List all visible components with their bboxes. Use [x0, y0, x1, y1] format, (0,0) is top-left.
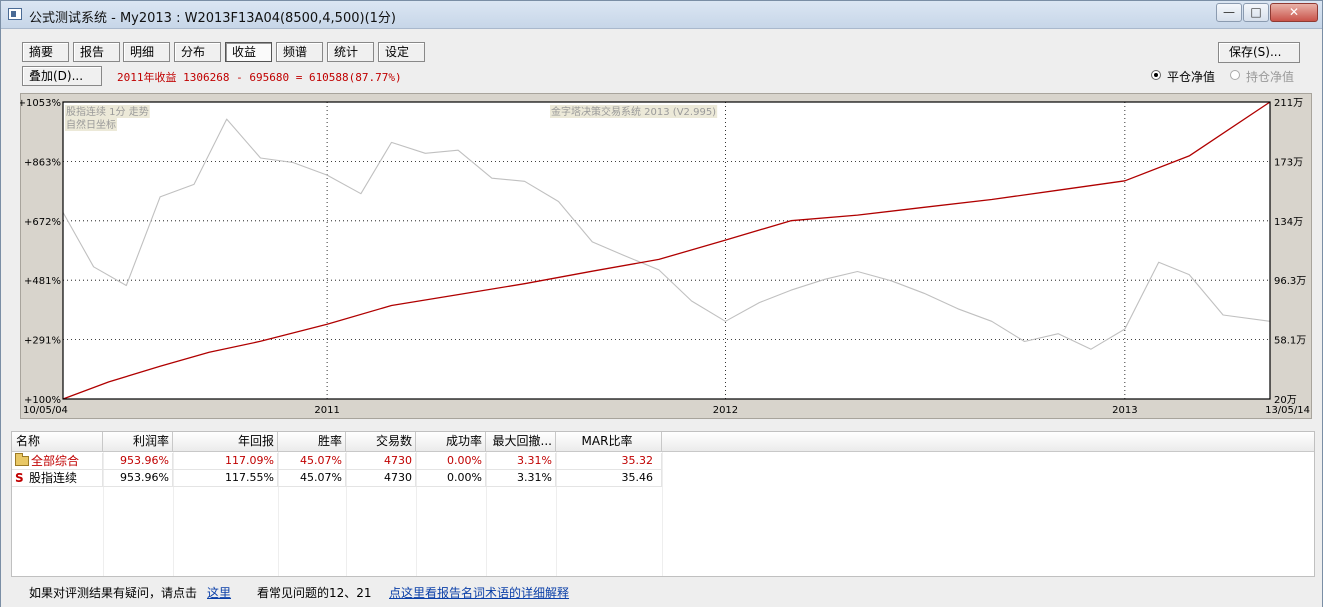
x-axis-tick-label: 2013 [1112, 405, 1137, 416]
x-axis-start-label: 10/05/04 [23, 405, 68, 416]
here-link[interactable]: 这里 [207, 584, 231, 601]
title-bar[interactable]: 公式测试系统 - My2013 : W2013F13A04(8500,4,500… [1, 1, 1322, 29]
profit-cell: 953.96% [103, 453, 173, 470]
app-icon [8, 8, 22, 20]
chart-overlay-label: 股指连续 1分 走势 [66, 105, 149, 118]
right-axis-tick-label: 58.1万 [1274, 336, 1306, 347]
save-button[interactable]: 保存(S)... [1218, 42, 1300, 63]
column-header-mar[interactable]: MAR比率 [556, 432, 662, 452]
success-cell: 0.00% [416, 470, 486, 487]
column-header-profit[interactable]: 利润率 [103, 432, 173, 452]
maximize-button[interactable]: □ [1243, 3, 1269, 22]
annual-cell: 117.55% [173, 470, 278, 487]
flat-equity-radio[interactable] [1151, 70, 1161, 80]
annual-cell: 117.09% [173, 453, 278, 470]
row-name-cell: 全部综合 [12, 453, 103, 470]
chart-overlay-label: 自然日坐标 [66, 118, 116, 131]
drawdown-cell: 3.31% [486, 453, 556, 470]
folder-icon [15, 453, 29, 466]
x-axis-tick-label: 2011 [314, 405, 339, 416]
winrate-cell: 45.07% [278, 453, 346, 470]
x-axis-end-label: 13/05/14 [1265, 405, 1310, 416]
success-cell: 0.00% [416, 453, 486, 470]
footer-faq-text: 看常见问题的12、21 [257, 586, 372, 600]
open-equity-radio[interactable] [1230, 70, 1240, 80]
plot-area [62, 101, 1271, 400]
strategy-icon: S [15, 471, 24, 485]
equity-chart[interactable]: 股指连续 1分 走势 自然日坐标 金字塔决策交易系统 2013 (V2.995)… [20, 93, 1312, 419]
row-name-cell: S 股指连续 [12, 470, 103, 487]
app-window: 公式测试系统 - My2013 : W2013F13A04(8500,4,500… [0, 0, 1323, 607]
x-axis-tick-label: 2012 [713, 405, 738, 416]
right-axis-tick-label: 211万 [1274, 98, 1303, 109]
profit-cell: 953.96% [103, 470, 173, 487]
column-header-annual[interactable]: 年回报 [173, 432, 278, 452]
tab-detail[interactable]: 明细 [123, 42, 170, 62]
yearly-return-summary: 2011年收益 1306268 - 695680 = 610588(87.77%… [117, 71, 402, 84]
tab-summary[interactable]: 摘要 [22, 42, 69, 62]
tab-distribution[interactable]: 分布 [174, 42, 221, 62]
footer: 如果对评测结果有疑问，请点击 这里 看常见问题的12、21 点这里看报告名词术语… [1, 579, 1322, 607]
tab-settings[interactable]: 设定 [378, 42, 425, 62]
left-axis-tick-label: +1053% [20, 98, 61, 109]
right-axis-tick-label: 134万 [1274, 217, 1303, 228]
column-header-trades[interactable]: 交易数 [346, 432, 416, 452]
footer-question-text: 如果对评测结果有疑问，请点击 [29, 586, 198, 600]
window-title: 公式测试系统 - My2013 : W2013F13A04(8500,4,500… [29, 11, 396, 26]
chart-watermark: 金字塔决策交易系统 2013 (V2.995) [551, 105, 716, 118]
right-axis-tick-label: 96.3万 [1274, 276, 1306, 287]
close-button[interactable]: ✕ [1270, 3, 1318, 22]
column-header-drawdown[interactable]: 最大回撤... [486, 432, 556, 452]
left-axis-tick-label: +481% [24, 276, 61, 287]
table-row[interactable]: S 股指连续 953.96% 117.55% 45.07% 4730 0.00% … [12, 470, 1314, 487]
overlay-button[interactable]: 叠加(D)... [22, 66, 102, 86]
tab-report[interactable]: 报告 [73, 42, 120, 62]
drawdown-cell: 3.31% [486, 470, 556, 487]
mar-cell: 35.46 [556, 470, 662, 487]
trades-cell: 4730 [346, 470, 416, 487]
column-header-success[interactable]: 成功率 [416, 432, 486, 452]
column-header-winrate[interactable]: 胜率 [278, 432, 346, 452]
trades-cell: 4730 [346, 453, 416, 470]
results-table: 名称 利润率 年回报 胜率 交易数 成功率 最大回撤... MAR比率 全部综合… [11, 431, 1315, 577]
left-axis-tick-label: +863% [24, 157, 61, 168]
glossary-link[interactable]: 点这里看报告名词术语的详细解释 [389, 584, 569, 601]
left-axis-tick-label: +291% [24, 336, 61, 347]
left-axis-tick-label: +672% [24, 217, 61, 228]
table-row[interactable]: 全部综合 953.96% 117.09% 45.07% 4730 0.00% 3… [12, 453, 1314, 470]
mar-cell: 35.32 [556, 453, 662, 470]
table-header: 名称 利润率 年回报 胜率 交易数 成功率 最大回撤... MAR比率 [12, 432, 1314, 452]
minimize-button[interactable]: — [1216, 3, 1242, 22]
column-header-name[interactable]: 名称 [12, 432, 103, 452]
flat-equity-label[interactable]: 平仓净值 [1167, 68, 1215, 85]
right-axis-tick-label: 173万 [1274, 157, 1303, 168]
tab-returns[interactable]: 收益 [225, 42, 272, 62]
open-equity-label[interactable]: 持仓净值 [1246, 68, 1294, 85]
tab-statistics[interactable]: 统计 [327, 42, 374, 62]
winrate-cell: 45.07% [278, 470, 346, 487]
tab-spectrum[interactable]: 频谱 [276, 42, 323, 62]
